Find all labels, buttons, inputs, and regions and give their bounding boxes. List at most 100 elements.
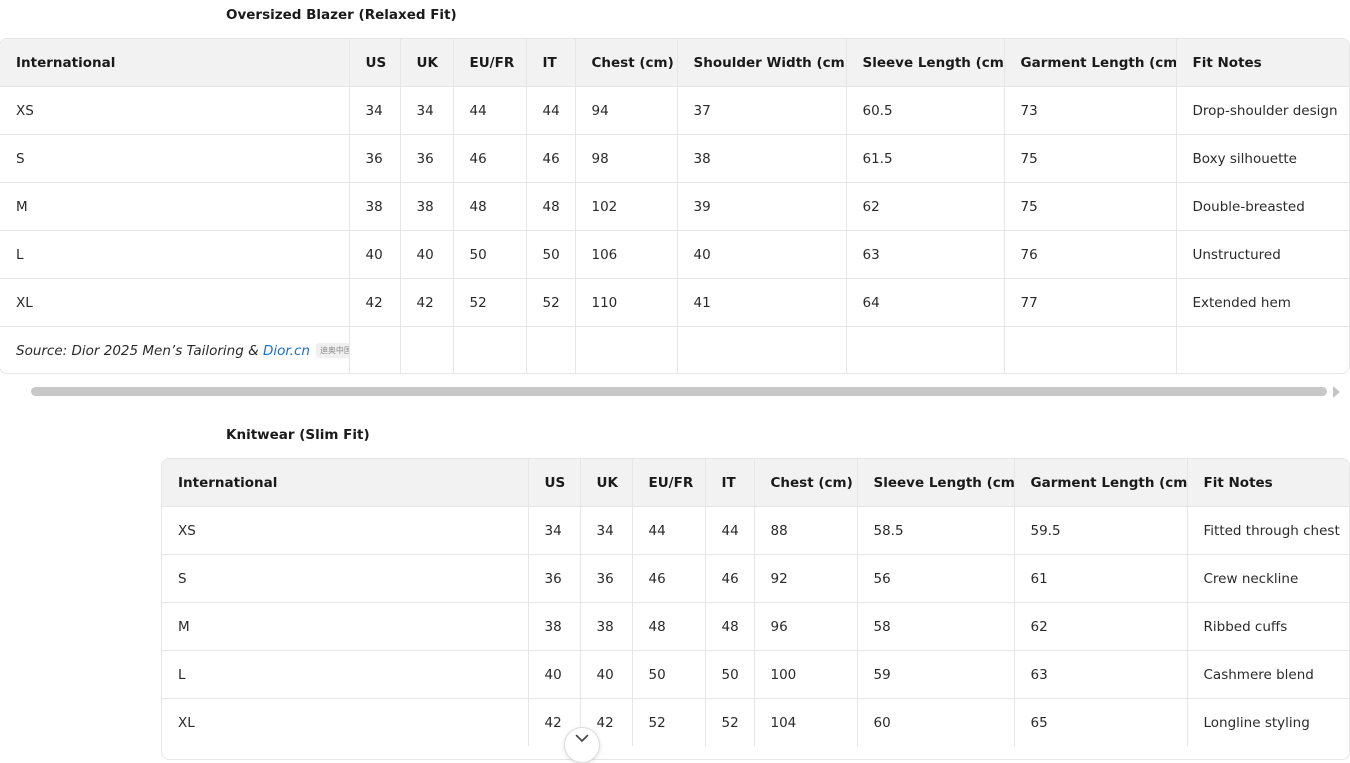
scrollbar-thumb[interactable]	[31, 387, 1327, 396]
column-header: UK	[580, 459, 633, 507]
table-cell: 65	[1014, 698, 1188, 746]
column-header: EU/FR	[632, 459, 706, 507]
knitwear-size-table: International US UK EU/FR IT Chest (cm) …	[161, 458, 1350, 760]
column-header: Chest (cm)	[754, 459, 858, 507]
table-cell: 48	[453, 182, 527, 231]
table-cell: 44	[453, 86, 527, 135]
table-cell: 61.5	[846, 134, 1005, 183]
table-cell: 40	[349, 230, 401, 279]
table-cell: 50	[453, 230, 527, 279]
column-header: UK	[400, 39, 454, 87]
table-cell: 34	[400, 86, 454, 135]
table-cell: 48	[526, 182, 576, 231]
table-cell: 34	[580, 506, 633, 555]
table-cell: 36	[349, 134, 401, 183]
table-cell: 40	[528, 650, 581, 699]
knitwear-table-title: Knitwear (Slim Fit)	[226, 427, 370, 443]
table-cell: 40	[677, 230, 847, 279]
table-cell: 50	[632, 650, 706, 699]
column-header: EU/FR	[453, 39, 527, 87]
source-badge[interactable]: 迪奥中国	[315, 343, 348, 358]
table-cell: 75	[1004, 134, 1177, 183]
source-link[interactable]: Dior.cn	[263, 343, 310, 359]
table-cell: XS	[162, 506, 529, 555]
table-cell: 102	[575, 182, 678, 231]
scroll-down-button[interactable]	[564, 727, 600, 763]
table-cell: 38	[400, 182, 454, 231]
column-header: IT	[526, 39, 576, 87]
column-header: US	[349, 39, 401, 87]
column-header: Chest (cm)	[575, 39, 678, 87]
table-cell	[526, 326, 576, 373]
table-cell: 59.5	[1014, 506, 1188, 555]
table-cell: 59	[857, 650, 1015, 699]
table-row: L 40 40 50 50 100 59 63 Cashmere blend	[162, 650, 1349, 699]
table-cell	[400, 326, 454, 373]
chevron-down-icon	[575, 734, 589, 742]
table-cell: S	[162, 554, 529, 603]
table-cell: 58.5	[857, 506, 1015, 555]
table-cell: 34	[349, 86, 401, 135]
table-cell: 36	[528, 554, 581, 603]
table-header-row: International US UK EU/FR IT Chest (cm) …	[162, 459, 1349, 507]
table-row: M 38 38 48 48 96 58 62 Ribbed cuffs	[162, 602, 1349, 651]
table-cell: 38	[349, 182, 401, 231]
table-cell: 37	[677, 86, 847, 135]
table-cell: 48	[705, 602, 755, 651]
table-row: S 36 36 46 46 98 38 61.5 75 Boxy silhoue…	[0, 134, 1349, 183]
table-cell: 98	[575, 134, 678, 183]
table-cell: XS	[0, 86, 350, 135]
table-cell: 44	[632, 506, 706, 555]
table-cell: 36	[400, 134, 454, 183]
table-cell: 50	[705, 650, 755, 699]
table-cell: Crew neckline	[1187, 554, 1349, 603]
table-cell: 46	[632, 554, 706, 603]
table-cell	[349, 326, 401, 373]
table-cell	[846, 326, 1005, 373]
table-cell	[1176, 327, 1349, 374]
table-cell: 96	[754, 602, 858, 651]
table-cell: Unstructured	[1176, 230, 1349, 279]
table-cell: XL	[162, 698, 529, 746]
table-cell: 40	[580, 650, 633, 699]
triangle-right-icon[interactable]	[1333, 386, 1340, 398]
table-cell: 52	[705, 698, 755, 746]
column-header: IT	[705, 459, 755, 507]
table-row: S 36 36 46 46 92 56 61 Crew neckline	[162, 554, 1349, 603]
table-cell: 106	[575, 230, 678, 279]
table-cell	[1004, 326, 1177, 373]
table-cell: 44	[526, 86, 576, 135]
table-cell: 62	[846, 182, 1005, 231]
table-cell: M	[162, 602, 529, 651]
table-cell: 40	[400, 230, 454, 279]
table-cell: 36	[580, 554, 633, 603]
source-note: Source: Dior 2025 Men’s Tailoring & Dior…	[0, 326, 350, 373]
table-cell: 61	[1014, 554, 1188, 603]
table-cell	[677, 326, 847, 373]
source-text: Source: Dior 2025 Men’s Tailoring &	[16, 342, 263, 359]
column-header: Sleeve Length (cm)	[857, 459, 1015, 507]
table-cell: XL	[0, 278, 350, 327]
table-row: XS 34 34 44 44 88 58.5 59.5 Fitted throu…	[162, 506, 1349, 555]
table-cell: 58	[857, 602, 1015, 651]
table-cell: 46	[453, 134, 527, 183]
table-cell: 38	[528, 602, 581, 651]
table-cell: 42	[400, 278, 454, 327]
table-header-row: International US UK EU/FR IT Chest (cm) …	[0, 39, 1349, 87]
table-cell: 39	[677, 182, 847, 231]
column-header: Garment Length (cm)	[1004, 39, 1177, 87]
column-header: International	[162, 459, 529, 507]
table-cell: 60	[857, 698, 1015, 746]
column-header: Sleeve Length (cm)	[846, 39, 1005, 87]
table-cell: 60.5	[846, 86, 1005, 135]
table-cell	[453, 326, 527, 373]
table-cell: S	[0, 134, 350, 183]
blazer-size-table: International US UK EU/FR IT Chest (cm) …	[0, 38, 1350, 374]
table-cell: 52	[632, 698, 706, 746]
table-cell: L	[162, 650, 529, 699]
table-cell: 48	[632, 602, 706, 651]
table-cell	[575, 326, 678, 373]
table-cell: 42	[349, 278, 401, 327]
table-cell: 75	[1004, 182, 1177, 231]
horizontal-scrollbar[interactable]	[0, 384, 1350, 400]
